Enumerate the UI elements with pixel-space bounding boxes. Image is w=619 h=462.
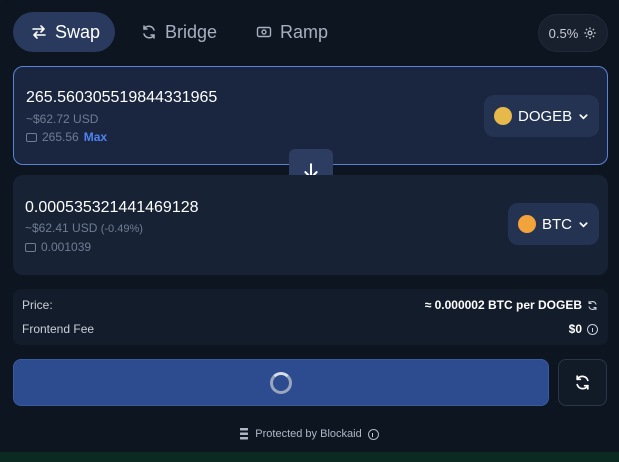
loading-spinner-icon [270,371,292,394]
tab-swap-label: Swap [55,21,101,42]
footer-info-icon[interactable] [367,428,379,440]
cycle-icon [143,25,155,39]
footer-text: Protected by Blockaid [255,428,362,440]
to-token-symbol: BTC [542,215,572,233]
swap-arrows-icon [32,25,46,39]
to-amount: 0.000535321441469128 [25,199,199,216]
quote-info: Price: ≈ 0.000002 BTC per DOGEB Frontend… [13,289,608,345]
chevron-down-icon [579,221,588,228]
wallet-icon [26,132,37,142]
price-label: Price: [22,298,53,312]
price-value: ≈ 0.000002 BTC per DOGEB [424,298,582,312]
slippage-value: 0.5% [548,25,579,41]
refresh-quote-button[interactable] [558,359,607,406]
gear-icon [584,27,596,39]
from-token-symbol: DOGEB [518,107,573,125]
to-usd-value: ~$62.41 USD (-0.49%) [25,221,143,235]
to-balance: 0.001039 [25,240,91,254]
chevron-down-icon [579,113,588,120]
tab-bridge-label: Bridge [165,21,218,42]
blockaid-logo-icon [240,428,249,440]
wallet-icon [25,242,36,252]
fee-label: Frontend Fee [22,322,95,336]
swap-submit-button[interactable] [13,359,549,406]
refresh-price-icon[interactable] [587,300,598,311]
to-usd-amount: ~$62.41 USD [25,221,98,235]
from-usd-value: ~$62.72 USD [26,112,99,126]
from-amount-input[interactable]: 265.560305519844331965 [26,89,217,107]
swap-panel: Swap Bridge Ramp 0.5% 265.56030551984433… [0,0,619,462]
info-icon[interactable] [587,323,598,335]
to-token-selector[interactable]: BTC [508,203,599,245]
max-button[interactable]: Max [84,130,107,144]
card-icon [256,26,272,38]
slippage-settings-button[interactable]: 0.5% [538,14,608,52]
to-balance-value: 0.001039 [41,240,92,254]
fee-value: $0 [568,322,582,336]
tab-bridge[interactable]: Bridge [141,12,217,52]
btc-token-icon [518,215,536,233]
bottom-edge [0,452,619,462]
refresh-icon [576,375,589,390]
price-row-value: ≈ 0.000002 BTC per DOGEB [425,298,598,312]
from-balance-value: 265.56 [42,130,79,144]
tab-ramp[interactable]: Ramp [256,12,328,52]
from-token-selector[interactable]: DOGEB [484,95,600,137]
footer: Protected by Blockaid [0,428,619,440]
to-token-card[interactable]: 0.000535321441469128 ~$62.41 USD (-0.49%… [13,175,608,275]
to-usd-change: (-0.49%) [100,223,143,235]
fee-row-value: $0 [569,322,598,336]
tab-swap[interactable]: Swap [13,12,116,52]
from-balance: 265.56 Max [26,130,107,144]
dogeb-token-icon [494,107,512,125]
tab-ramp-label: Ramp [280,21,329,42]
